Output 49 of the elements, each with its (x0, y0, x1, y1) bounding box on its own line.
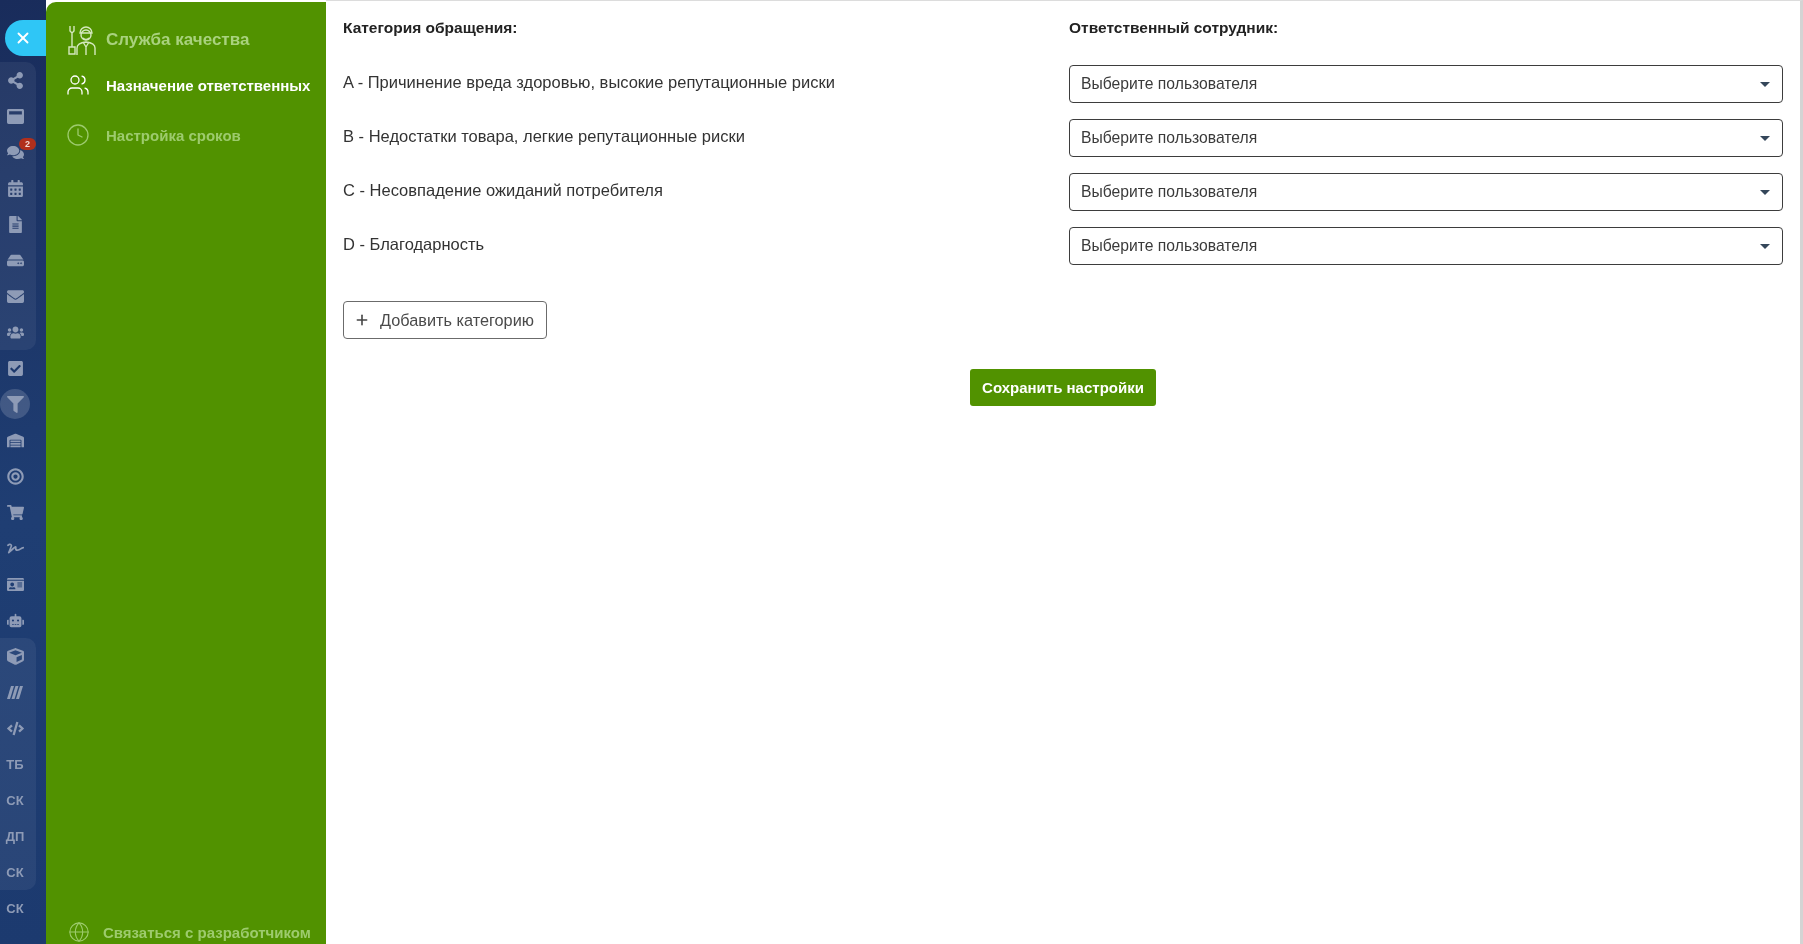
category-label: C - Несовпадение ожиданий потребителя (343, 180, 663, 200)
calendar-icon (6, 179, 24, 197)
slashes-icon (7, 685, 23, 699)
close-button[interactable] (5, 20, 46, 56)
column-header: Категория обращения: (343, 18, 518, 38)
mail-icon (6, 287, 24, 305)
caret-icon (1760, 243, 1770, 249)
add-category-button[interactable]: Добавить категорию (343, 301, 547, 339)
clock-icon (66, 123, 90, 147)
cart-icon (6, 503, 24, 521)
contact-developer-link[interactable]: Связаться с разработчиком (66, 921, 311, 944)
category-label: B - Недостатки товара, легкие репутационные риски (343, 126, 745, 146)
sidebar-menu-item[interactable]: Назначение ответственных (66, 62, 320, 108)
user-select[interactable]: Выберите пользователя (1069, 119, 1783, 157)
worker-icon (66, 24, 96, 56)
share-icon (6, 71, 24, 89)
caret-icon (1760, 135, 1770, 141)
warehouse-icon (6, 431, 24, 449)
save-settings-button[interactable]: Сохранить настройки (970, 369, 1156, 406)
cube-icon (6, 647, 24, 665)
notification-badge: 2 (19, 138, 36, 150)
nav-rail-button[interactable] (0, 389, 30, 419)
people-icon (66, 73, 90, 97)
nav-rail-button[interactable]: ДП (0, 821, 30, 851)
checkbox-icon (6, 359, 24, 377)
caret-icon (1760, 81, 1770, 87)
id-card-icon (6, 575, 24, 593)
nav-rail-button[interactable]: СК (0, 893, 30, 923)
plus-icon (354, 312, 370, 328)
code-icon (6, 719, 24, 737)
robot-icon (6, 611, 24, 629)
filter-icon (6, 395, 24, 413)
user-select[interactable]: Выберите пользователя (1069, 227, 1783, 265)
user-select[interactable]: Выберите пользователя (1069, 65, 1783, 103)
document-icon (6, 215, 24, 233)
column-header: Ответственный сотрудник: (1069, 18, 1279, 38)
globe-icon (68, 921, 90, 943)
nav-rail-button[interactable]: ТБ (0, 749, 30, 779)
sidebar-menu-item[interactable]: Настройка сроков (66, 112, 320, 158)
caret-icon (1760, 189, 1770, 195)
user-select[interactable]: Выберите пользователя (1069, 173, 1783, 211)
nav-rail-button[interactable]: СК (0, 785, 30, 815)
nav-rail-button[interactable]: СК (0, 857, 30, 887)
target-icon (6, 467, 24, 485)
sidebar-title: Служба качества (106, 30, 250, 50)
window-icon (6, 107, 24, 125)
category-label: A - Причинение вреда здоровью, высокие репутационные риски (343, 72, 835, 92)
category-label: D - Благодарность (343, 234, 485, 254)
chat-icon (6, 143, 24, 161)
